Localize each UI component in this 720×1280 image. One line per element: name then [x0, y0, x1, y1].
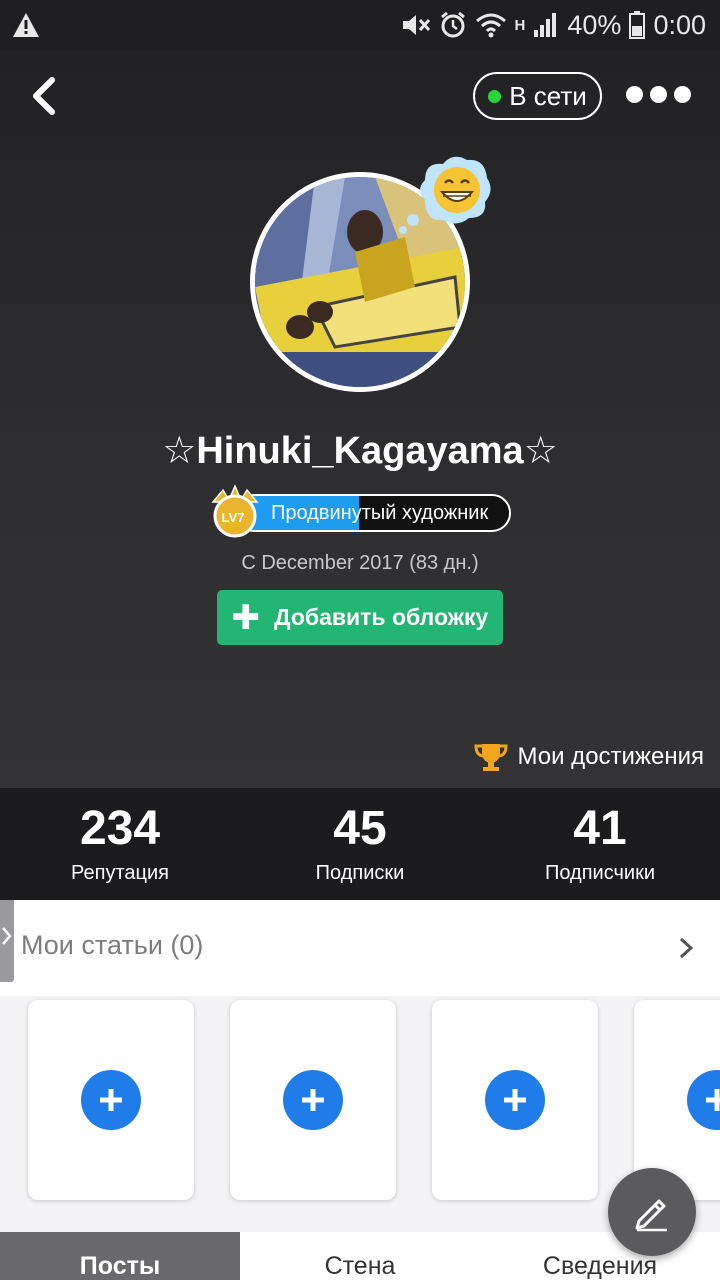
- plus-circle-icon: [81, 1070, 141, 1130]
- more-dot-icon: [674, 86, 691, 103]
- stat-value: 234: [79, 802, 161, 855]
- network-type-label: H: [514, 16, 526, 34]
- level-progress-bar: Продвинутый художник: [235, 494, 511, 532]
- chevron-left-icon: [33, 77, 55, 115]
- chevron-right-icon: [679, 937, 694, 959]
- plus-circle-icon: [283, 1070, 343, 1130]
- online-dot-icon: [488, 89, 502, 103]
- status-bar: H 40% 0:00: [0, 0, 720, 50]
- articles-section: Мои статьи (0): [0, 900, 720, 1232]
- level-number: LV7: [222, 510, 245, 525]
- pencil-icon: [635, 1199, 667, 1232]
- achievements-label: Мои достижения: [517, 743, 705, 770]
- signal-icon: [533, 12, 559, 38]
- battery-percent: 40%: [567, 9, 622, 40]
- member-since: С December 2017 (83 дн.): [241, 552, 479, 574]
- alarm-icon: [439, 11, 467, 39]
- articles-header[interactable]: Мои статьи (0): [0, 900, 720, 996]
- wifi-icon: [475, 12, 507, 38]
- username: ☆Hinuki_Kagayama☆: [162, 430, 558, 472]
- add-cover-button[interactable]: ✚ Добавить обложку: [217, 590, 503, 645]
- add-article-card[interactable]: [432, 1000, 598, 1200]
- mood-bubble[interactable]: [395, 150, 495, 240]
- level-title: Продвинутый художник: [271, 501, 489, 524]
- stat-following[interactable]: 45 Подписки: [240, 788, 480, 900]
- add-article-card[interactable]: [28, 1000, 194, 1200]
- stats-bar: 234 Репутация 45 Подписки 41 Подписчики: [0, 788, 720, 900]
- online-status-label: В сети: [509, 80, 587, 111]
- plus-circle-icon: [687, 1070, 720, 1130]
- achievements-link[interactable]: Мои достижения: [473, 742, 705, 772]
- add-cover-label: Добавить обложку: [274, 604, 489, 630]
- more-options-button[interactable]: [626, 86, 691, 103]
- tab-wall[interactable]: Стена: [240, 1232, 480, 1280]
- warning-icon: [12, 12, 40, 38]
- more-dot-icon: [650, 86, 667, 103]
- level-badge-bar[interactable]: Продвинутый художник LV7: [207, 484, 513, 540]
- plus-icon: ✚: [231, 598, 261, 637]
- side-drawer-handle[interactable]: [0, 900, 14, 982]
- battery-icon: [629, 11, 646, 39]
- compose-button[interactable]: [608, 1168, 696, 1256]
- more-dot-icon: [626, 86, 643, 103]
- stat-label: Репутация: [71, 862, 169, 885]
- plus-circle-icon: [485, 1070, 545, 1130]
- crown-level-icon: LV7: [207, 484, 263, 538]
- tab-posts[interactable]: Посты: [0, 1232, 240, 1280]
- trophy-icon: [473, 744, 508, 771]
- add-article-card[interactable]: [230, 1000, 396, 1200]
- stat-followers[interactable]: 41 Подписчики: [480, 788, 720, 900]
- clock: 0:00: [653, 9, 706, 40]
- online-status-badge[interactable]: В сети: [473, 72, 602, 120]
- chevron-right-small-icon: [2, 927, 12, 945]
- profile-header: В сети ☆Hinuki_Kagayama☆ Продвинутый худ…: [0, 50, 720, 788]
- stat-value: 41: [573, 802, 627, 855]
- mute-icon: [401, 12, 431, 38]
- grinning-face-icon: [399, 156, 491, 234]
- profile-tabs: Посты Стена Сведения: [0, 1232, 720, 1280]
- back-button[interactable]: [26, 76, 66, 116]
- stat-reputation[interactable]: 234 Репутация: [0, 788, 240, 900]
- stat-label: Подписчики: [544, 862, 656, 885]
- stat-value: 45: [333, 802, 387, 855]
- articles-title: Мои статьи (0): [21, 930, 204, 960]
- stat-label: Подписки: [315, 862, 405, 885]
